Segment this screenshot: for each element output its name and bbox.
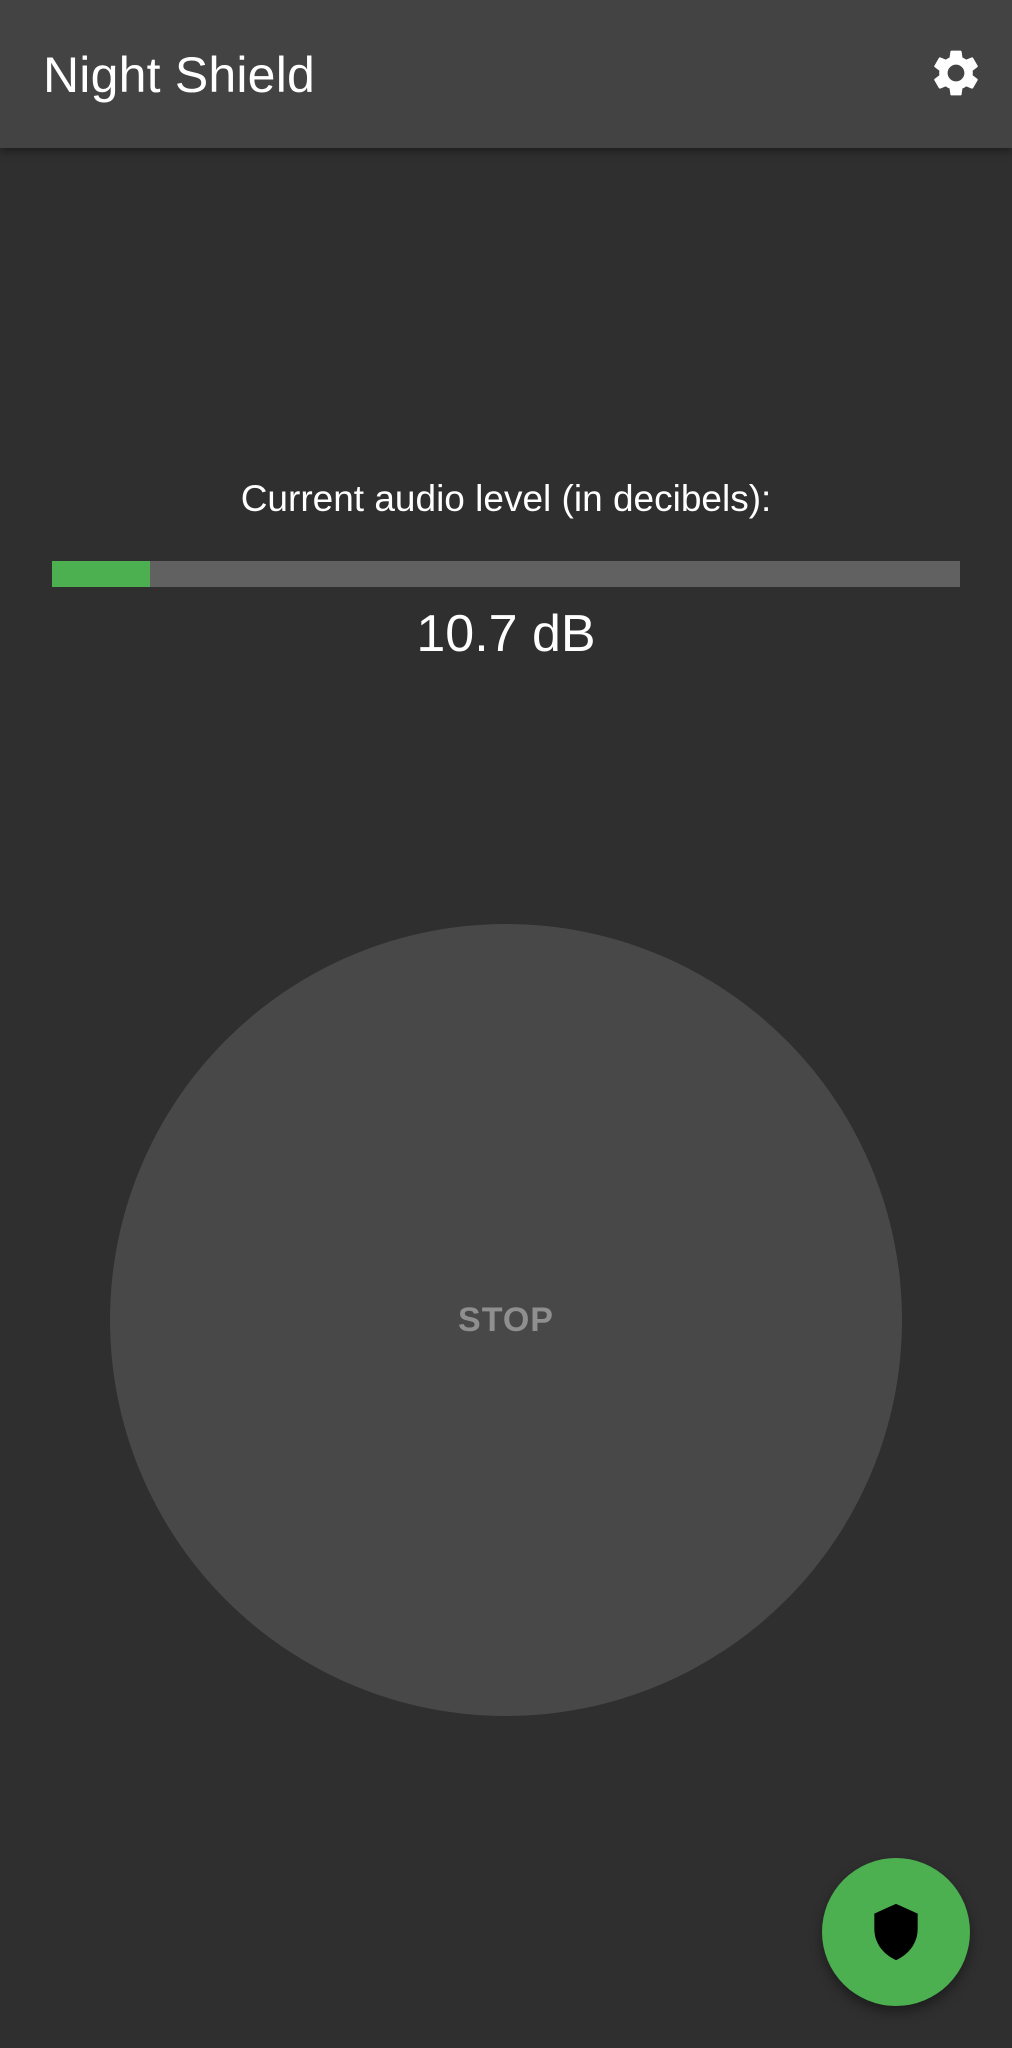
app-screen: Night Shield Current audio level (in dec… [0, 0, 1012, 2048]
audio-level-label: Current audio level (in decibels): [240, 478, 772, 519]
shield-fab-button[interactable] [822, 1858, 970, 2006]
shield-icon [874, 1903, 918, 1961]
decibel-readout: 10.7 dB [416, 605, 596, 663]
app-bar: Night Shield [0, 0, 1012, 148]
audio-level-meter [52, 561, 960, 587]
gear-icon [934, 50, 978, 96]
stop-button-label: STOP [458, 1300, 554, 1339]
app-title: Night Shield [43, 47, 316, 103]
audio-level-fill [52, 561, 151, 587]
stop-button[interactable]: STOP [110, 924, 902, 1716]
settings-button[interactable] [928, 45, 984, 101]
